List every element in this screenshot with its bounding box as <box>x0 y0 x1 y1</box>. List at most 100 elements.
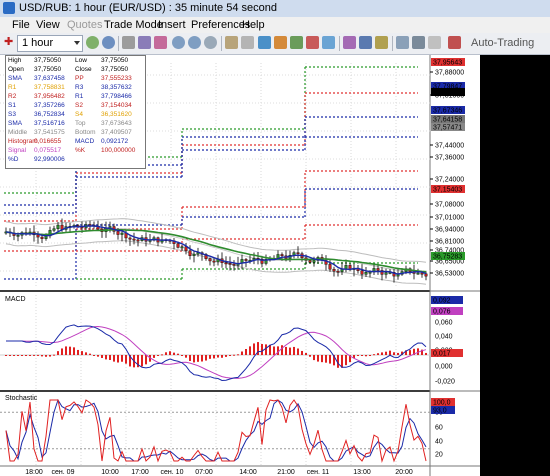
macd-histogram-bar <box>189 355 191 361</box>
template-icon[interactable] <box>322 36 335 49</box>
macd-histogram-bar <box>25 355 27 356</box>
indicator-icon[interactable] <box>306 36 319 49</box>
bar-chart-icon[interactable] <box>258 36 271 49</box>
globe-icon[interactable] <box>86 36 99 49</box>
time-tick-label: 20:00 <box>395 469 413 476</box>
draw-line-icon[interactable] <box>154 36 167 49</box>
candle-body <box>312 260 316 263</box>
macd-histogram-bar <box>213 355 215 359</box>
macd-histogram-bar <box>309 355 311 357</box>
macd-histogram-bar <box>153 355 155 358</box>
fit-icon[interactable] <box>396 36 409 49</box>
info-key: Open <box>8 66 24 73</box>
macd-histogram-bar <box>73 347 75 355</box>
macd-histogram-bar <box>381 352 383 355</box>
color-icon[interactable] <box>375 36 388 49</box>
menu-trade-mode[interactable]: Trade Mode <box>104 19 163 31</box>
info-key: Top <box>75 120 86 127</box>
stochastic-tick-label: 60 <box>435 425 443 432</box>
settings-icon[interactable] <box>204 36 217 49</box>
window-title: USD/RUB: 1 hour (EUR/USD) : 35 minute 54… <box>19 2 277 14</box>
macd-histogram-bar <box>345 355 347 366</box>
save-icon[interactable] <box>428 36 441 49</box>
macd-histogram-bar <box>77 349 79 355</box>
price-tag-label: 37,57471 <box>433 124 462 131</box>
candle-body <box>332 268 336 272</box>
time-tick-label: 18:00 <box>25 469 43 476</box>
candle-body <box>128 237 132 240</box>
price-tick-label: 36,53000 <box>435 271 464 278</box>
candle-body <box>376 268 380 271</box>
info-value: 37,75050 <box>34 66 62 73</box>
info-key: MACD <box>75 138 95 145</box>
zoom-in-icon[interactable] <box>172 36 185 49</box>
macd-histogram-bar <box>273 346 275 355</box>
macd-histogram-bar <box>409 350 411 355</box>
price-tag-label: 37,67346 <box>433 107 462 114</box>
stochastic-tag-label: 100,0 <box>433 399 451 406</box>
candle-body <box>136 239 140 242</box>
auto-trading-button[interactable]: Auto-Trading <box>471 37 534 49</box>
menu-file[interactable]: File <box>12 19 30 31</box>
line-chart-icon[interactable] <box>290 36 303 49</box>
expert-icon[interactable] <box>448 36 461 49</box>
candle-body <box>368 271 372 274</box>
menu-view[interactable]: View <box>36 19 60 31</box>
info-key: High <box>8 57 22 64</box>
info-value: 36,351620 <box>101 111 132 118</box>
macd-histogram-bar <box>125 355 127 364</box>
macd-histogram-bar <box>37 354 39 356</box>
price-tag-label: 37,95643 <box>433 59 462 66</box>
macd-histogram-bar <box>201 355 203 362</box>
price-tag-label: 37,75050 <box>433 89 462 96</box>
macd-histogram-bar <box>237 354 239 356</box>
macd-histogram-bar <box>145 355 147 365</box>
macd-histogram-bar <box>285 346 287 355</box>
macd-tick-label: 0,000 <box>435 364 453 371</box>
macd-histogram-bar <box>329 355 331 364</box>
macd-histogram-bar <box>225 355 227 357</box>
time-tick-label: 14:00 <box>239 469 257 476</box>
macd-histogram-bar <box>313 355 315 361</box>
candle-body <box>424 273 428 277</box>
macd-histogram-bar <box>165 352 167 355</box>
macd-histogram-bar <box>41 355 43 357</box>
macd-histogram-bar <box>97 355 99 357</box>
price-tick-label: 36,94000 <box>435 227 464 234</box>
macd-histogram-bar <box>173 352 175 355</box>
scale-icon[interactable] <box>359 36 372 49</box>
refresh-icon[interactable] <box>102 36 115 49</box>
info-key: S1 <box>8 102 16 109</box>
candle-body <box>52 228 56 231</box>
candle-body <box>416 272 420 275</box>
compare-icon[interactable] <box>343 36 356 49</box>
menu-help[interactable]: Help <box>242 19 265 31</box>
info-key: Middle <box>8 129 28 136</box>
macd-histogram-bar <box>301 350 303 355</box>
info-key: R3 <box>75 84 84 91</box>
grid-icon[interactable] <box>241 36 254 49</box>
zoom-out-icon[interactable] <box>188 36 201 49</box>
macd-histogram-bar <box>293 346 295 355</box>
cursor-icon[interactable] <box>122 36 135 49</box>
price-tag-label: 37,64158 <box>433 116 462 123</box>
macd-histogram-bar <box>21 355 23 356</box>
macd-histogram-bar <box>17 355 19 356</box>
candle-body <box>16 234 20 237</box>
info-value: 37,541575 <box>34 129 65 136</box>
info-value: 37,75050 <box>101 66 129 73</box>
menu-bar: File View Quotes Trade Mode Insert Prefe… <box>0 17 550 33</box>
print-icon[interactable] <box>412 36 425 49</box>
font-icon[interactable] <box>225 36 238 49</box>
timeframe-select[interactable]: 1 hour <box>17 35 83 52</box>
candle-body <box>56 224 60 229</box>
macd-histogram-bar <box>81 351 83 355</box>
candle-body <box>40 236 44 239</box>
menu-insert[interactable]: Insert <box>158 19 186 31</box>
macd-histogram-bar <box>305 352 307 355</box>
crosshair-icon[interactable] <box>138 36 151 49</box>
info-box: High 37,75050 Low 37,75050 Open 37,75050 Close… <box>5 55 146 169</box>
macd-histogram-bar <box>229 355 231 356</box>
candle-chart-icon[interactable] <box>274 36 287 49</box>
pin-icon[interactable]: ✚ <box>4 37 14 48</box>
